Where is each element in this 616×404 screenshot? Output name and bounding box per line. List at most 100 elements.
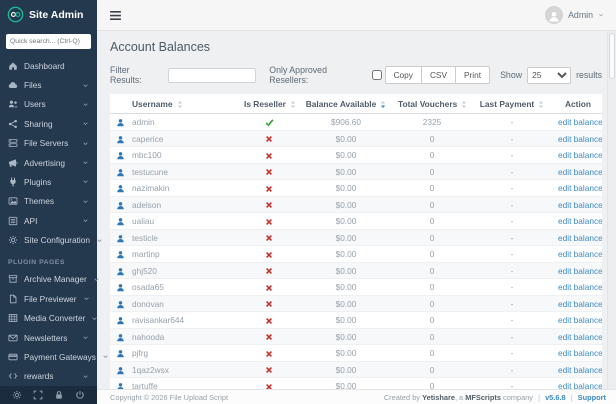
menu-toggle-icon[interactable] [109,9,122,22]
page-length-select[interactable]: 25 [527,67,571,84]
sidebar-item-file-servers[interactable]: File Servers [0,134,97,153]
user-icon[interactable] [116,135,125,144]
vouchers-value: 0 [430,299,435,309]
sort-icon[interactable] [380,100,386,109]
edit-balance-link[interactable]: edit balance [558,117,602,127]
edit-balance-link[interactable]: edit balance [558,216,602,226]
sidebar-item-newsletters[interactable]: Newsletters [0,328,97,347]
settings-gear-icon[interactable] [12,390,22,400]
user-menu[interactable]: Admin [545,6,604,24]
sidebar-item-archive-manager[interactable]: Archive Manager [0,270,97,289]
username: nazimakin [132,183,169,193]
edit-balance-link[interactable]: edit balance [558,266,602,276]
user-icon[interactable] [116,366,125,375]
user-icon[interactable] [116,201,125,210]
username: 1qaz2wsx [132,365,169,375]
server-icon [8,138,18,148]
table-row: ghj520$0.000-edit balance | add vouchers [110,262,602,279]
user-icon[interactable] [116,333,125,342]
edit-balance-link[interactable]: edit balance [558,282,602,292]
edit-balance-link[interactable]: edit balance [558,348,602,358]
sidebar-item-plugins[interactable]: Plugins [0,172,97,191]
print-button[interactable]: Print [455,66,490,84]
sidebar-item-media-converter[interactable]: Media Converter [0,309,97,328]
sidebar-item-api[interactable]: API [0,211,97,230]
sidebar-item-sharing[interactable]: Sharing [0,114,97,133]
user-icon[interactable] [116,316,125,325]
user-name: Admin [568,10,593,20]
edit-balance-link[interactable]: edit balance [558,134,602,144]
copy-button[interactable]: Copy [385,66,422,84]
scrollbar-thumb[interactable] [609,33,615,79]
sort-icon[interactable] [538,100,544,109]
column-header-username[interactable]: Username [128,94,240,114]
edit-balance-link[interactable]: edit balance [558,365,602,375]
user-icon[interactable] [116,151,125,160]
user-icon[interactable] [116,118,125,127]
column-header-balance-available[interactable]: Balance Available [298,94,394,114]
user-icon[interactable] [116,382,125,389]
sidebar-item-files[interactable]: Files [0,75,97,94]
user-icon[interactable] [116,217,125,226]
user-icon[interactable] [116,234,125,243]
fullscreen-expand-icon[interactable] [33,390,43,400]
sidebar-item-users[interactable]: Users [0,95,97,114]
sort-icon[interactable] [461,100,467,109]
sidebar-item-rewards[interactable]: rewards [0,367,97,386]
approved-resellers-checkbox[interactable] [372,70,382,80]
user-icon[interactable] [116,300,125,309]
cross-icon [265,267,273,275]
table-row: nazimakin$0.000-edit balance | add vouch… [110,180,602,197]
sidebar: Site Admin DashboardFilesUsersSharingFil… [0,0,97,404]
user-icon[interactable] [116,168,125,177]
power-icon[interactable] [75,390,85,400]
sidebar-item-themes[interactable]: Themes [0,192,97,211]
vertical-scrollbar[interactable] [607,31,616,389]
cross-icon [265,201,273,209]
table-row: mbc100$0.000-edit balance | add vouchers [110,147,602,164]
filter-input[interactable] [168,68,256,83]
csv-button[interactable]: CSV [421,66,456,84]
app-title: Site Admin [29,9,83,21]
user-icon[interactable] [116,267,125,276]
version-link[interactable]: v5.6.8 [545,393,566,402]
app-logo[interactable]: Site Admin [0,0,97,28]
username: ualiau [132,216,154,226]
column-header-is-reseller[interactable]: Is Reseller [240,94,298,114]
sidebar-footer [0,386,97,404]
edit-balance-link[interactable]: edit balance [558,167,602,177]
avatar [545,6,563,24]
edit-balance-link[interactable]: edit balance [558,249,602,259]
edit-balance-link[interactable]: edit balance [558,183,602,193]
edit-balance-link[interactable]: edit balance [558,150,602,160]
support-link[interactable]: Support [578,393,606,402]
cross-icon [265,152,273,160]
edit-balance-link[interactable]: edit balance [558,299,602,309]
edit-balance-link[interactable]: edit balance [558,315,602,325]
icon-column-header [110,94,128,114]
edit-balance-link[interactable]: edit balance [558,233,602,243]
sidebar-item-advertising[interactable]: Advertising [0,153,97,172]
edit-balance-link[interactable]: edit balance [558,332,602,342]
vouchers-value: 2325 [423,117,441,127]
column-header-total-vouchers[interactable]: Total Vouchers [394,94,470,114]
user-icon[interactable] [116,250,125,259]
sort-icon[interactable] [177,100,183,109]
lock-icon[interactable] [54,390,64,400]
chevron-down-icon [598,12,604,18]
sidebar-item-payment-gateways[interactable]: Payment Gateways [0,347,97,366]
vouchers-value: 0 [430,216,435,226]
user-icon[interactable] [116,283,125,292]
edit-balance-link[interactable]: edit balance [558,200,602,210]
edit-balance-link[interactable]: edit balance [558,381,602,389]
quick-search-input[interactable] [6,34,91,49]
sidebar-item-dashboard[interactable]: Dashboard [0,56,97,75]
sort-icon[interactable] [290,100,296,109]
user-icon[interactable] [116,349,125,358]
sidebar-item-site-configuration[interactable]: Site Configuration [0,230,97,249]
column-header-last-payment[interactable]: Last Payment [470,94,554,114]
sidebar-item-file-previewer[interactable]: File Previewer [0,289,97,308]
user-icon[interactable] [116,184,125,193]
share-icon [8,119,18,129]
balance-value: $0.00 [336,233,357,243]
